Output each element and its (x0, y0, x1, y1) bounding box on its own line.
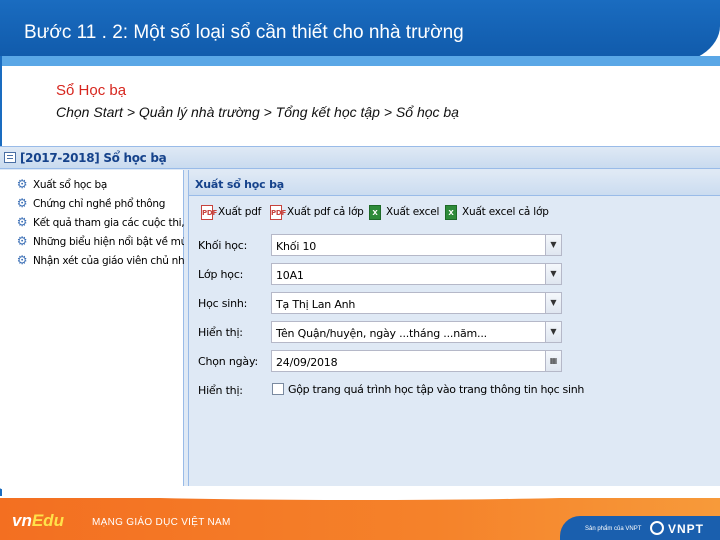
form-row-date: Chọn ngày: 24/09/2018 ▦ (189, 350, 720, 374)
gear-icon: ⚙ (16, 253, 28, 267)
chevron-down-icon[interactable]: ▼ (545, 235, 561, 255)
form-row-student: Học sinh: Tạ Thị Lan Anh ▼ (189, 292, 720, 316)
display-label: Hiển thị: (198, 326, 243, 339)
vnpt-logo-icon (650, 521, 664, 535)
export-pdf-button[interactable]: PDF Xuất pdf (201, 204, 261, 222)
app-titlebar: [2017-2018] Sổ học bạ (0, 147, 720, 169)
product-of-text: Sản phẩm của VNPT (585, 526, 642, 532)
chevron-down-icon[interactable]: ▼ (545, 322, 561, 342)
gear-icon: ⚙ (16, 215, 28, 229)
grade-label: Khối học: (198, 239, 248, 252)
menu-item-competition-results[interactable]: ⚙ Kết quả tham gia các cuộc thi, ... (0, 213, 184, 232)
slide-title: Bước 11 . 2: Một số loại sổ cần thiết ch… (24, 22, 464, 43)
export-panel: Xuất sổ học bạ PDF Xuất pdf PDF Xuất pdf… (188, 170, 720, 487)
form-row-merge: Hiển thị: Gộp trang quá trình học tập và… (189, 379, 720, 403)
vnedu-logo: vnEdu (12, 511, 64, 531)
menu-item-label: Những biểu hiện nổi bật về mứ... (33, 236, 184, 248)
menu-item-export-report[interactable]: ⚙ Xuất sổ học bạ (0, 175, 184, 194)
form-row-grade: Khối học: Khối 10 ▼ (189, 234, 720, 258)
grade-value: Khối 10 (276, 240, 317, 253)
date-picker[interactable]: 24/09/2018 ▦ (271, 350, 562, 372)
menu-item-label: Nhận xét của giáo viên chủ nhi... (33, 255, 184, 267)
excel-icon: X (369, 205, 381, 220)
form-row-display: Hiển thị: Tên Quận/huyện, ngày ...tháng … (189, 321, 720, 345)
menu-item-label: Chứng chỉ nghề phổ thông (33, 198, 166, 210)
export-excel-class-label: Xuất excel cả lớp (462, 206, 549, 218)
date-label: Chọn ngày: (198, 355, 258, 368)
pdf-icon: PDF (201, 205, 217, 220)
menu-item-notable-performance[interactable]: ⚙ Những biểu hiện nổi bật về mứ... (0, 232, 184, 251)
merge-pages-label: Gộp trang quá trình học tập vào trang th… (288, 383, 585, 396)
vnpt-brand: VNPT (668, 522, 705, 536)
logo-vn-text: vn (12, 511, 32, 530)
toolbar: PDF Xuất pdf PDF Xuất pdf cả lớp X Xuất … (189, 198, 720, 226)
export-excel-button[interactable]: X Xuất excel (369, 204, 440, 222)
gear-icon: ⚙ (16, 196, 28, 210)
class-label: Lớp học: (198, 268, 244, 281)
display2-label: Hiển thị: (198, 384, 243, 397)
excel-icon: X (445, 205, 457, 220)
menu-item-vocational-certificate[interactable]: ⚙ Chứng chỉ nghề phổ thông (0, 194, 184, 213)
header-stripe (0, 56, 720, 66)
window-list-icon (4, 152, 16, 163)
app-window: [2017-2018] Sổ học bạ ⚙ Xuất sổ học bạ ⚙… (0, 146, 720, 487)
chevron-down-icon[interactable]: ▼ (545, 293, 561, 313)
panel-header: Xuất sổ học bạ (189, 172, 720, 196)
gear-icon: ⚙ (16, 177, 28, 191)
calendar-icon[interactable]: ▦ (545, 351, 561, 371)
grade-select[interactable]: Khối 10 ▼ (271, 234, 562, 256)
pdf-icon: PDF (270, 205, 286, 220)
merge-pages-checkbox[interactable] (272, 383, 284, 395)
chevron-down-icon[interactable]: ▼ (545, 264, 561, 284)
slide-instruction: Chọn Start > Quản lý nhà trường > Tổng k… (56, 104, 459, 120)
footer-tagline: MẠNG GIÁO DỤC VIỆT NAM (92, 517, 231, 528)
gear-icon: ⚙ (16, 234, 28, 248)
logo-edu-text: Edu (31, 511, 64, 530)
export-excel-class-button[interactable]: X Xuất excel cả lớp (445, 204, 549, 222)
panel-title: Xuất sổ học bạ (195, 178, 284, 191)
class-value: 10A1 (276, 269, 304, 282)
export-pdf-class-label: Xuất pdf cả lớp (287, 206, 364, 218)
app-title: [2017-2018] Sổ học bạ (20, 151, 167, 165)
left-menu-panel: ⚙ Xuất sổ học bạ ⚙ Chứng chỉ nghề phổ th… (0, 170, 184, 487)
display-value: Tên Quận/huyện, ngày ...tháng ...năm... (276, 327, 487, 340)
export-pdf-label: Xuất pdf (218, 206, 262, 218)
student-select[interactable]: Tạ Thị Lan Anh ▼ (271, 292, 562, 314)
form-row-class: Lớp học: 10A1 ▼ (189, 263, 720, 287)
export-pdf-class-button[interactable]: PDF Xuất pdf cả lớp (270, 204, 364, 222)
student-value: Tạ Thị Lan Anh (276, 298, 356, 311)
student-label: Học sinh: (198, 297, 248, 310)
menu-item-label: Kết quả tham gia các cuộc thi, ... (33, 217, 184, 229)
slide-subtitle: Sổ Học bạ (56, 82, 127, 99)
menu-item-teacher-comments[interactable]: ⚙ Nhận xét của giáo viên chủ nhi... (0, 251, 184, 270)
menu-item-label: Xuất sổ học bạ (33, 179, 108, 191)
date-value: 24/09/2018 (276, 356, 338, 369)
export-excel-label: Xuất excel (386, 206, 440, 218)
class-select[interactable]: 10A1 ▼ (271, 263, 562, 285)
display-select[interactable]: Tên Quận/huyện, ngày ...tháng ...năm... … (271, 321, 562, 343)
